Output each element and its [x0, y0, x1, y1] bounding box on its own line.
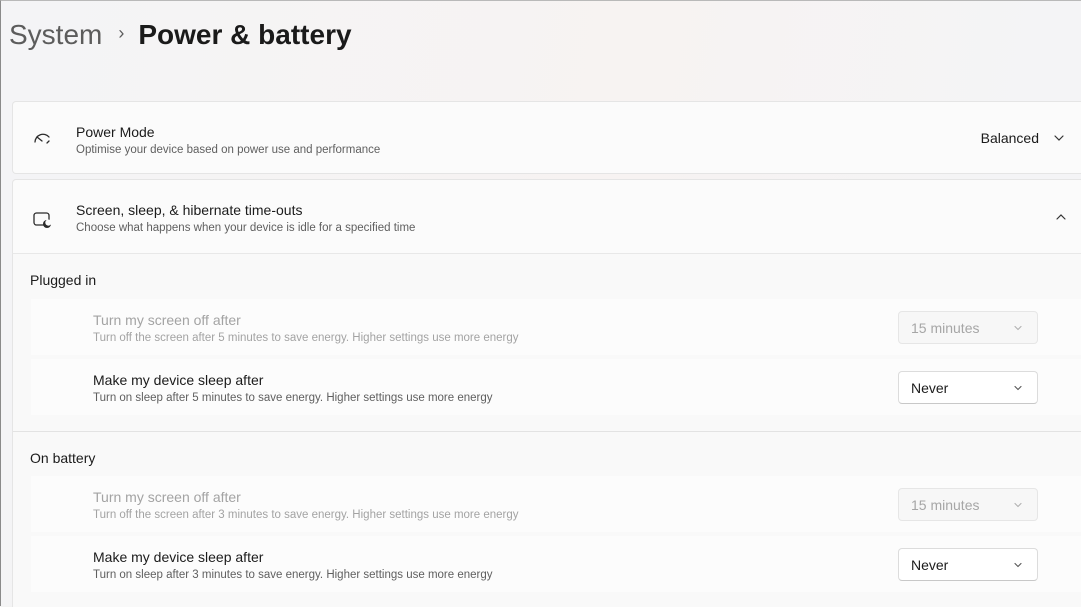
breadcrumb-system-link[interactable]: System: [9, 19, 102, 51]
group-divider: [13, 431, 1081, 432]
on-battery-sleep-title: Make my device sleep after: [93, 549, 264, 565]
plugged-in-sleep-description: Turn on sleep after 5 minutes to save en…: [93, 392, 493, 404]
on-battery-screen-off-title: Turn my screen off after: [93, 489, 241, 505]
plugged-in-sleep-dropdown[interactable]: Never: [898, 371, 1038, 404]
chevron-down-icon: [1014, 562, 1022, 567]
power-mode-card[interactable]: Power Mode Optimise your device based on…: [12, 101, 1081, 174]
on-battery-screen-off-row: Turn my screen off after Turn off the sc…: [31, 476, 1081, 532]
page-title: Power & battery: [138, 19, 352, 50]
on-battery-sleep-value: Never: [911, 556, 949, 573]
on-battery-screen-off-description: Turn off the screen after 3 minutes to s…: [93, 509, 519, 521]
on-battery-screen-off-value: 15 minutes: [911, 496, 980, 513]
on-battery-sleep-dropdown[interactable]: Never: [898, 548, 1038, 581]
on-battery-screen-off-dropdown: 15 minutes: [898, 488, 1038, 521]
plugged-in-screen-off-title: Turn my screen off after: [93, 312, 241, 328]
power-mode-dropdown[interactable]: Balanced: [981, 130, 1065, 146]
screen-sleep-title: Screen, sleep, & hibernate time-outs: [76, 202, 303, 218]
on-battery-sleep-description: Turn on sleep after 3 minutes to save en…: [93, 569, 493, 581]
plugged-in-heading: Plugged in: [30, 272, 97, 288]
plugged-in-screen-off-value: 15 minutes: [911, 319, 980, 336]
gauge-icon: [31, 127, 53, 149]
plugged-in-screen-off-description: Turn off the screen after 5 minutes to s…: [93, 332, 519, 344]
chevron-down-icon: [1014, 385, 1022, 390]
plugged-in-screen-off-dropdown: 15 minutes: [898, 311, 1038, 344]
settings-window: System › Power & battery Power Mode Opti…: [0, 0, 1081, 607]
screen-sleep-card[interactable]: Screen, sleep, & hibernate time-outs Cho…: [12, 179, 1081, 254]
screen-sleep-description: Choose what happens when your device is …: [76, 222, 416, 234]
power-mode-description: Optimise your device based on power use …: [76, 144, 381, 156]
chevron-down-icon: [1014, 502, 1022, 507]
chevron-down-icon: [1054, 135, 1064, 141]
chevron-down-icon: [1014, 325, 1022, 330]
plugged-in-sleep-row: Make my device sleep after Turn on sleep…: [31, 359, 1081, 415]
breadcrumb: System › Power & battery: [9, 13, 352, 57]
plugged-in-sleep-title: Make my device sleep after: [93, 372, 264, 388]
plugged-in-screen-off-row: Turn my screen off after Turn off the sc…: [31, 299, 1081, 355]
plugged-in-sleep-value: Never: [911, 379, 949, 396]
power-mode-title: Power Mode: [76, 124, 155, 140]
screen-moon-icon: [31, 208, 53, 230]
power-mode-value: Balanced: [980, 130, 1039, 146]
on-battery-sleep-row: Make my device sleep after Turn on sleep…: [31, 536, 1081, 592]
on-battery-heading: On battery: [30, 450, 96, 466]
screen-sleep-expanded-panel: Plugged in Turn my screen off after Turn…: [12, 254, 1081, 607]
chevron-up-icon[interactable]: [1055, 211, 1067, 223]
breadcrumb-separator: ›: [118, 22, 125, 43]
